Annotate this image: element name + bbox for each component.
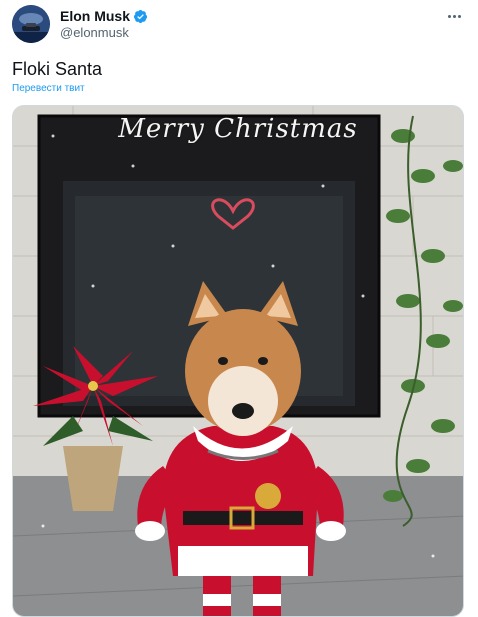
author-name[interactable]: Elon Musk <box>60 8 148 24</box>
translate-tweet-link[interactable]: Перевести твит <box>12 83 85 94</box>
avatar-image <box>12 5 50 43</box>
photo-sign-text: Merry Christmas <box>118 114 358 144</box>
author-avatar[interactable] <box>12 5 50 43</box>
author-handle[interactable]: @elonmusk <box>60 25 129 40</box>
verified-badge-icon <box>133 9 148 24</box>
more-horizontal-icon[interactable] <box>444 8 464 24</box>
tweet-photo[interactable]: Merry Christmas <box>12 105 464 617</box>
tweet-text: Floki Santa <box>12 59 103 79</box>
author-name-text: Elon Musk <box>60 8 131 24</box>
tweet-card: Elon Musk @elonmusk Floki Santa Перевест… <box>0 0 478 617</box>
photo-illustration <box>13 106 463 616</box>
